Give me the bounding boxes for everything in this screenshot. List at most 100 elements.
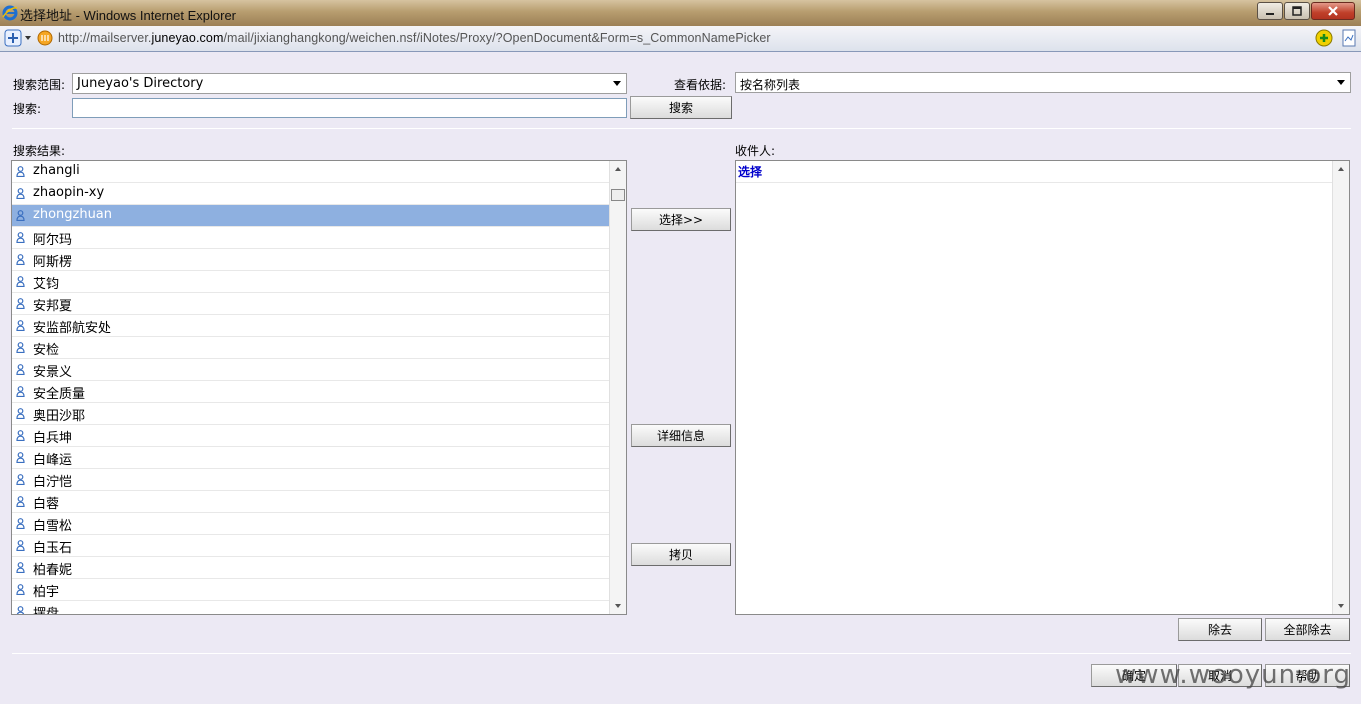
watermark: www.wooyun.org [1114,660,1351,690]
results-scrollbar[interactable] [609,161,626,614]
url-domain: juneyao.com [151,31,224,45]
select-button[interactable]: 选择>> [631,208,731,231]
person-icon [16,364,25,375]
view-label: 查看依据: [674,78,727,92]
address-bar: http://mailserver.juneyao.com/mail/jixia… [0,26,1361,52]
person-icon [16,166,25,177]
url-field[interactable]: http://mailserver.juneyao.com/mail/jixia… [58,31,771,45]
list-item[interactable]: 白蓉 [12,491,609,513]
results-list[interactable]: zhangli zhaopin-xy zhongzhuan 阿尔玛 阿斯楞 艾钧安邦夏安监… [11,160,627,615]
scroll-up-icon[interactable] [1338,167,1344,171]
chevron-down-icon [613,81,621,86]
list-item[interactable]: 奥田沙耶 [12,403,609,425]
list-item[interactable]: 白兵坤 [12,425,609,447]
list-item[interactable]: 白泞恺 [12,469,609,491]
list-item-name: 白峰运 [33,453,73,468]
person-icon [16,342,25,353]
search-button[interactable]: 搜索 [630,96,732,119]
person-icon [16,474,25,485]
chevron-down-icon [1337,80,1345,85]
url-path: /mail/jixianghangkong/weichen.nsf/iNotes… [223,31,771,45]
person-icon [16,452,25,463]
list-item[interactable]: 安检 [12,337,609,359]
list-item-name: 柏春妮 [33,563,73,578]
list-item-name: 奥田沙耶 [33,409,86,424]
list-item-name: 摆盘 [33,607,60,615]
new-tab-icon[interactable] [4,29,22,47]
list-item[interactable]: 阿斯楞 [12,249,609,271]
list-item-name: 安景义 [33,365,73,380]
list-item-name: zhangli [33,163,80,178]
person-icon [16,276,25,287]
ie-logo-icon [2,5,18,21]
list-item[interactable]: 摆盘 [12,601,609,615]
list-item[interactable]: 安全质量 [12,381,609,403]
close-button[interactable] [1311,2,1355,20]
list-item-name: 阿尔玛 [33,233,73,248]
list-item[interactable]: 柏宇 [12,579,609,601]
close-icon [1328,6,1338,16]
person-icon [16,496,25,507]
maximize-icon [1292,6,1302,16]
scroll-down-icon[interactable] [615,604,621,608]
list-item-name: 白玉石 [33,541,73,556]
person-icon [16,386,25,397]
recipients-header: 选择 [736,161,1333,183]
person-icon [16,540,25,551]
person-icon [16,232,25,243]
list-item[interactable]: 白玉石 [12,535,609,557]
scope-select[interactable]: Juneyao's Directory [72,73,627,94]
list-item[interactable]: zhaopin-xy [12,183,609,205]
person-icon [16,408,25,419]
view-value: 按名称列表 [740,78,801,92]
scroll-up-icon[interactable] [615,167,621,171]
list-item[interactable]: 安监部航安处 [12,315,609,337]
view-select[interactable]: 按名称列表 [735,72,1351,93]
url-prefix: http://mailserver. [58,31,152,45]
scope-label: 搜索范围: [13,78,66,92]
list-item-name: zhaopin-xy [33,185,105,200]
list-item-name: 安监部航安处 [33,321,112,336]
list-item-name: 安邦夏 [33,299,73,314]
list-item-name: 白蓉 [33,497,60,512]
details-button[interactable]: 详细信息 [631,424,731,447]
person-icon [16,606,25,614]
list-item[interactable]: 白雪松 [12,513,609,535]
window-controls [1256,2,1355,20]
divider [12,653,1351,654]
go-icon[interactable] [1315,29,1333,47]
list-item[interactable]: 安邦夏 [12,293,609,315]
scroll-down-icon[interactable] [1338,604,1344,608]
minimize-button[interactable] [1257,2,1283,20]
list-item[interactable]: 白峰运 [12,447,609,469]
list-item-name: 安全质量 [33,387,86,402]
list-item-name: zhongzhuan [33,207,113,222]
list-item[interactable]: 阿尔玛 [12,227,609,249]
list-item[interactable]: zhongzhuan [12,205,609,227]
list-item[interactable]: 柏春妮 [12,557,609,579]
results-items: zhangli zhaopin-xy zhongzhuan 阿尔玛 阿斯楞 艾钧安邦夏安监… [12,161,626,615]
chevron-down-icon[interactable] [24,35,32,41]
person-icon [16,188,25,199]
divider [12,128,1351,129]
recipients-scrollbar[interactable] [1332,161,1349,614]
recipients-list[interactable]: 选择 [735,160,1350,615]
scroll-thumb[interactable] [611,189,625,201]
person-icon [16,298,25,309]
page-icon[interactable] [1341,29,1357,47]
person-icon [16,584,25,595]
list-item[interactable]: 艾钧 [12,271,609,293]
list-item[interactable]: 安景义 [12,359,609,381]
copy-button[interactable]: 拷贝 [631,543,731,566]
maximize-button[interactable] [1284,2,1310,20]
page-security-icon [37,30,53,46]
list-item[interactable]: zhangli [12,161,609,183]
list-item-name: 安检 [33,343,60,358]
search-input[interactable] [72,98,627,118]
remove-button[interactable]: 除去 [1178,618,1262,641]
remove-all-button[interactable]: 全部除去 [1265,618,1350,641]
list-item-name: 白雪松 [33,519,73,534]
person-icon [16,518,25,529]
list-item-name: 柏宇 [33,585,60,600]
recipients-label: 收件人: [735,144,776,158]
